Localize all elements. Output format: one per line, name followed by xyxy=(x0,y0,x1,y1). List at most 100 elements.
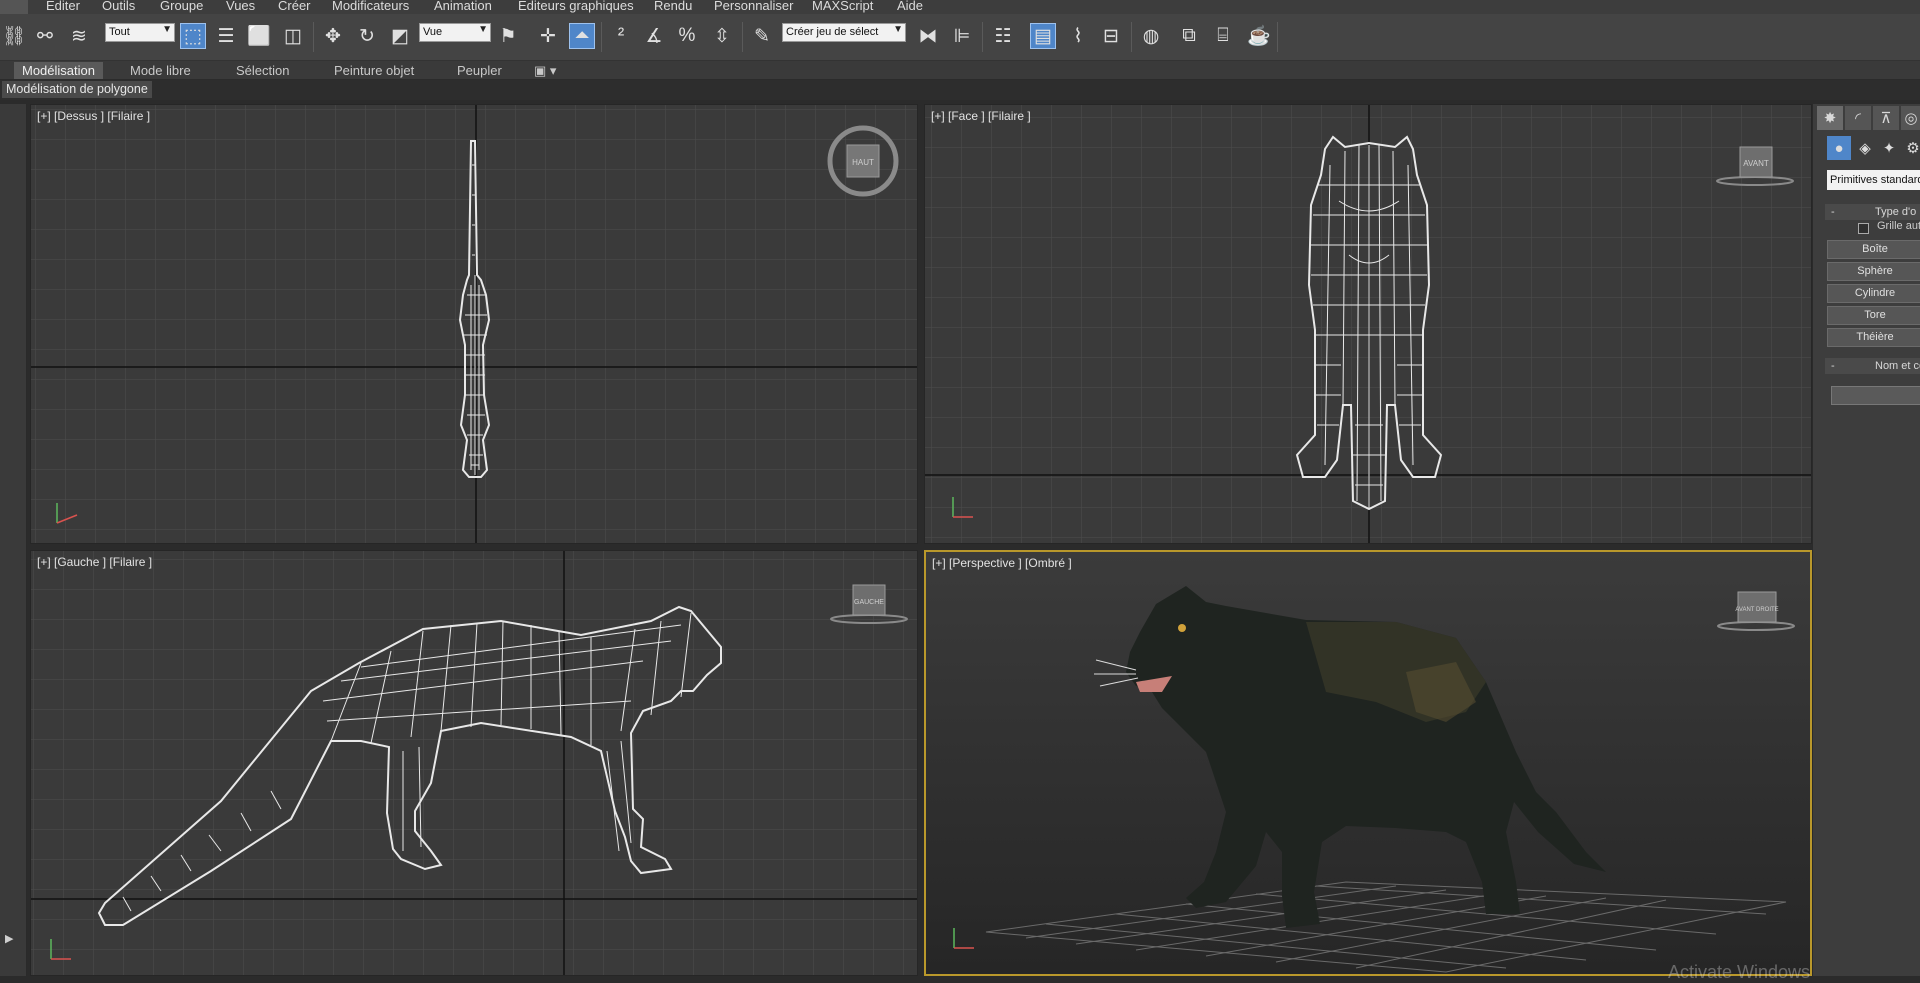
grid-front xyxy=(925,105,1811,543)
collapse-icon: - xyxy=(1831,206,1835,218)
align-icon[interactable]: ⊫ xyxy=(949,23,975,49)
tab-peinture-objet[interactable]: Peinture objet xyxy=(326,62,422,79)
named-selection-dropdown[interactable]: Créer jeu de sélect ▼ xyxy=(782,23,906,42)
bind-spacewarp-icon[interactable]: ≋ xyxy=(66,23,92,49)
teapot-button[interactable]: Théière xyxy=(1827,328,1920,347)
menu-rendu[interactable]: Rendu xyxy=(654,0,692,13)
viewport-label-front[interactable]: [+] [Face ] [Filaire ] xyxy=(931,109,1031,123)
menu-aide[interactable]: Aide xyxy=(897,0,923,13)
polygon-modeling-panel[interactable]: Modélisation de polygone xyxy=(2,81,152,98)
object-name-input[interactable] xyxy=(1831,386,1920,405)
viewcube-top-label: HAUT xyxy=(852,158,874,167)
scale-icon[interactable]: ◩ xyxy=(387,23,413,49)
keyboard-shortcut-override-icon[interactable]: ⏶ xyxy=(569,23,595,49)
chevron-down-icon: ▼ xyxy=(893,24,903,35)
rotate-icon[interactable]: ↻ xyxy=(354,23,380,49)
toolbar-divider xyxy=(982,22,983,52)
render-teapot-icon[interactable]: ☕ xyxy=(1246,23,1272,49)
viewport-front[interactable]: [+] [Face ] [Filaire ] AVANT xyxy=(924,104,1812,544)
viewport-top[interactable]: [+] [Dessus ] [Filaire ] HAUT xyxy=(30,104,918,544)
move-icon[interactable]: ✥ xyxy=(320,23,346,49)
primitive-category-dropdown[interactable]: Primitives standard xyxy=(1827,170,1920,190)
menu-editeurs-graphiques[interactable]: Editeurs graphiques xyxy=(518,0,634,13)
app-logo[interactable] xyxy=(0,0,28,14)
object-type-title: Type d'o xyxy=(1875,206,1917,218)
viewcube-left[interactable]: GAUCHE xyxy=(829,579,911,631)
cylinder-button[interactable]: Cylindre xyxy=(1827,284,1920,303)
menu-vues[interactable]: Vues xyxy=(226,0,255,13)
menu-editer[interactable]: Editer xyxy=(46,0,80,13)
cameras-icon[interactable]: ⚙ xyxy=(1901,136,1920,160)
menu-groupe[interactable]: Groupe xyxy=(160,0,203,13)
modify-tab-icon[interactable]: ◜ xyxy=(1845,106,1871,130)
select-manipulate-icon[interactable]: ✛ xyxy=(535,23,561,49)
viewport-label-left[interactable]: [+] [Gauche ] [Filaire ] xyxy=(37,555,152,569)
named-selection-value: Créer jeu de sélect xyxy=(786,26,879,38)
tab-modelisation[interactable]: Modélisation xyxy=(14,62,103,79)
auto-grid-label: Grille aut xyxy=(1877,220,1920,232)
selection-region-icon[interactable]: ⬜ xyxy=(246,23,272,49)
curve-editor-icon[interactable]: ⌇ xyxy=(1065,23,1091,49)
torus-button[interactable]: Tore xyxy=(1827,306,1920,325)
snap-toggle-icon[interactable]: ² xyxy=(608,23,634,49)
viewport-left[interactable]: [+] [Gauche ] [Filaire ] GAUCHE xyxy=(30,550,918,976)
motion-tab-icon[interactable]: ◎ xyxy=(1901,106,1920,130)
viewcube-perspective[interactable]: AVANT DROITE xyxy=(1716,586,1798,638)
tab-peupler[interactable]: Peupler xyxy=(449,62,510,79)
mirror-icon[interactable]: ⧓ xyxy=(915,23,941,49)
menu-maxscript[interactable]: MAXScript xyxy=(812,0,873,13)
toolbar-divider xyxy=(742,22,743,52)
viewcube-top[interactable]: HAUT xyxy=(825,123,901,199)
render-setup-icon[interactable]: ⧉ xyxy=(1176,23,1202,49)
viewport-label-perspective[interactable]: [+] [Perspective ] [Ombré ] xyxy=(932,556,1072,570)
sphere-button[interactable]: Sphère xyxy=(1827,262,1920,281)
tab-mode-libre[interactable]: Mode libre xyxy=(122,62,199,79)
layer-manager-icon[interactable]: ☷ xyxy=(990,23,1016,49)
select-by-name-icon[interactable]: ☰ xyxy=(213,23,239,49)
rendered-frame-icon[interactable]: ⌸ xyxy=(1210,23,1236,49)
pivot-center-icon[interactable]: ⚑ xyxy=(495,23,521,49)
name-color-title: Nom et co xyxy=(1875,360,1920,372)
percent-snap-icon[interactable]: % xyxy=(674,23,700,49)
unlink-icon[interactable]: ⚯ xyxy=(32,23,58,49)
select-object-icon[interactable]: ⬚ xyxy=(180,23,206,49)
chevron-down-icon: ▼ xyxy=(478,24,488,35)
left-panel-strip: ▶ xyxy=(0,104,27,976)
viewcube-left-label: GAUCHE xyxy=(854,599,884,606)
toolbar-divider xyxy=(1277,22,1278,52)
viewport-label-top[interactable]: [+] [Dessus ] [Filaire ] xyxy=(37,109,150,123)
menu-outils[interactable]: Outils xyxy=(102,0,135,13)
create-tab-icon[interactable]: ✸ xyxy=(1817,106,1843,130)
menu-creer[interactable]: Créer xyxy=(278,0,311,13)
chevron-down-icon: ▼ xyxy=(162,24,172,35)
link-icon[interactable]: ⛓ xyxy=(1,23,27,49)
spinner-snap-icon[interactable]: ⇳ xyxy=(709,23,735,49)
lights-icon[interactable]: ✦ xyxy=(1877,136,1901,160)
window-crossing-icon[interactable]: ◫ xyxy=(280,23,306,49)
schematic-view-icon[interactable]: ⊟ xyxy=(1098,23,1124,49)
box-button[interactable]: Boîte xyxy=(1827,240,1920,259)
viewport-perspective[interactable]: [+] [Perspective ] [Ombré ] AVANT DROITE xyxy=(924,550,1812,976)
object-type-rollout[interactable]: - Type d'o xyxy=(1825,204,1920,220)
menu-personnaliser[interactable]: Personnaliser xyxy=(714,0,794,13)
tab-selection[interactable]: Sélection xyxy=(228,62,297,79)
geometry-icon[interactable]: ● xyxy=(1827,136,1851,160)
name-color-rollout[interactable]: - Nom et co xyxy=(1825,358,1920,374)
collapse-icon: - xyxy=(1831,360,1835,372)
ribbon-options-icon[interactable]: ▣ ▾ xyxy=(526,62,564,79)
hierarchy-tab-icon[interactable]: ⊼ xyxy=(1873,106,1899,130)
auto-grid-checkbox[interactable] xyxy=(1858,223,1869,234)
angle-snap-icon[interactable]: ∡ xyxy=(641,23,667,49)
selection-filter-dropdown[interactable]: Tout ▼ xyxy=(105,23,175,42)
menu-modificateurs[interactable]: Modificateurs xyxy=(332,0,409,13)
shapes-icon[interactable]: ◈ xyxy=(1853,136,1877,160)
graphite-ribbon-icon[interactable]: ▤ xyxy=(1030,23,1056,49)
viewcube-front[interactable]: AVANT xyxy=(1715,141,1795,191)
perspective-ground-grid xyxy=(985,881,1787,973)
expand-arrow-icon[interactable]: ▶ xyxy=(5,932,13,945)
edit-named-selection-icon[interactable]: ✎ xyxy=(749,23,775,49)
material-editor-icon[interactable]: ◍ xyxy=(1138,23,1164,49)
menu-animation[interactable]: Animation xyxy=(434,0,492,13)
main-toolbar: ⛓ ⚯ ≋ Tout ▼ ⬚ ☰ ⬜ ◫ ✥ ↻ ◩ Vue ▼ ⚑ ✛ ⏶ ² ∡… xyxy=(0,14,1920,61)
reference-coordinate-dropdown[interactable]: Vue ▼ xyxy=(419,23,491,42)
